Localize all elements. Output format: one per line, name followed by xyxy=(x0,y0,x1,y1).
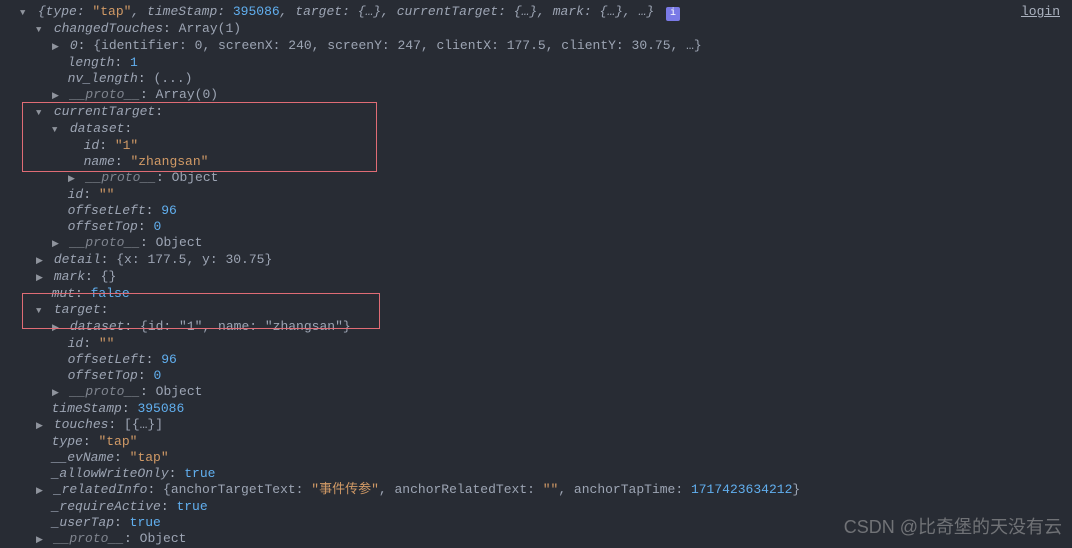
chevron-right-icon[interactable] xyxy=(52,384,62,401)
watermark: CSDN @比奇堡的天没有云 xyxy=(844,519,1062,535)
nv-length-line[interactable]: nv_length: (...) xyxy=(8,71,1064,87)
ct-offsetleft-line: offsetLeft: 96 xyxy=(8,203,1064,219)
chevron-down-icon[interactable] xyxy=(36,104,46,121)
allowwriteonly-line: _allowWriteOnly: true xyxy=(8,466,1064,482)
changed-touches-line[interactable]: changedTouches: Array(1) xyxy=(8,21,1064,38)
mut-line: mut: false xyxy=(8,286,1064,302)
login-link[interactable]: login xyxy=(1021,4,1060,20)
chevron-right-icon[interactable] xyxy=(36,417,46,434)
chevron-right-icon[interactable] xyxy=(36,531,46,548)
touch-0-line[interactable]: 0: {identifier: 0, screenX: 240, screenY… xyxy=(8,38,1064,55)
target-proto-line[interactable]: __proto__: Object xyxy=(8,384,1064,401)
touches-line[interactable]: touches: [{…}] xyxy=(8,417,1064,434)
requireactive-line: _requireActive: true xyxy=(8,499,1064,515)
length-line: length: 1 xyxy=(8,55,1064,71)
mark-line[interactable]: mark: {} xyxy=(8,269,1064,286)
chevron-down-icon[interactable] xyxy=(36,21,46,38)
target-offsettop-line: offsetTop: 0 xyxy=(8,368,1064,384)
type-line: type: "tap" xyxy=(8,434,1064,450)
console-tree: {type: "tap", timeStamp: 395086, target:… xyxy=(8,4,1064,548)
chevron-down-icon[interactable] xyxy=(20,4,30,21)
dataset-proto-line[interactable]: __proto__: Object xyxy=(8,170,1064,187)
chevron-right-icon[interactable] xyxy=(36,269,46,286)
target-dataset-line[interactable]: dataset: {id: "1", name: "zhangsan"} xyxy=(8,319,1064,336)
chevron-down-icon[interactable] xyxy=(52,121,62,138)
detail-line[interactable]: detail: {x: 177.5, y: 30.75} xyxy=(8,252,1064,269)
chevron-right-icon[interactable] xyxy=(36,252,46,269)
current-target-line[interactable]: currentTarget: xyxy=(8,104,1064,121)
ct-offsettop-line: offsetTop: 0 xyxy=(8,219,1064,235)
chevron-right-icon[interactable] xyxy=(36,482,46,499)
evname-line: __evName: "tap" xyxy=(8,450,1064,466)
target-id-line: id: "" xyxy=(8,336,1064,352)
info-icon[interactable]: i xyxy=(666,7,680,21)
dataset-id-line: id: "1" xyxy=(8,138,1064,154)
chevron-right-icon[interactable] xyxy=(52,235,62,252)
chevron-right-icon[interactable] xyxy=(52,319,62,336)
chevron-right-icon[interactable] xyxy=(52,87,62,104)
chevron-right-icon[interactable] xyxy=(52,38,62,55)
ct-proto-line[interactable]: __proto__: Object xyxy=(8,235,1064,252)
relatedinfo-line[interactable]: _relatedInfo: {anchorTargetText: "事件传参",… xyxy=(8,482,1064,499)
dataset-line[interactable]: dataset: xyxy=(8,121,1064,138)
timestamp-line: timeStamp: 395086 xyxy=(8,401,1064,417)
chevron-down-icon[interactable] xyxy=(36,302,46,319)
ct-id-line: id: "" xyxy=(8,187,1064,203)
chevron-right-icon[interactable] xyxy=(68,170,78,187)
dataset-name-line: name: "zhangsan" xyxy=(8,154,1064,170)
target-line[interactable]: target: xyxy=(8,302,1064,319)
root-line[interactable]: {type: "tap", timeStamp: 395086, target:… xyxy=(8,4,1064,21)
proto-line[interactable]: __proto__: Array(0) xyxy=(8,87,1064,104)
target-offsetleft-line: offsetLeft: 96 xyxy=(8,352,1064,368)
